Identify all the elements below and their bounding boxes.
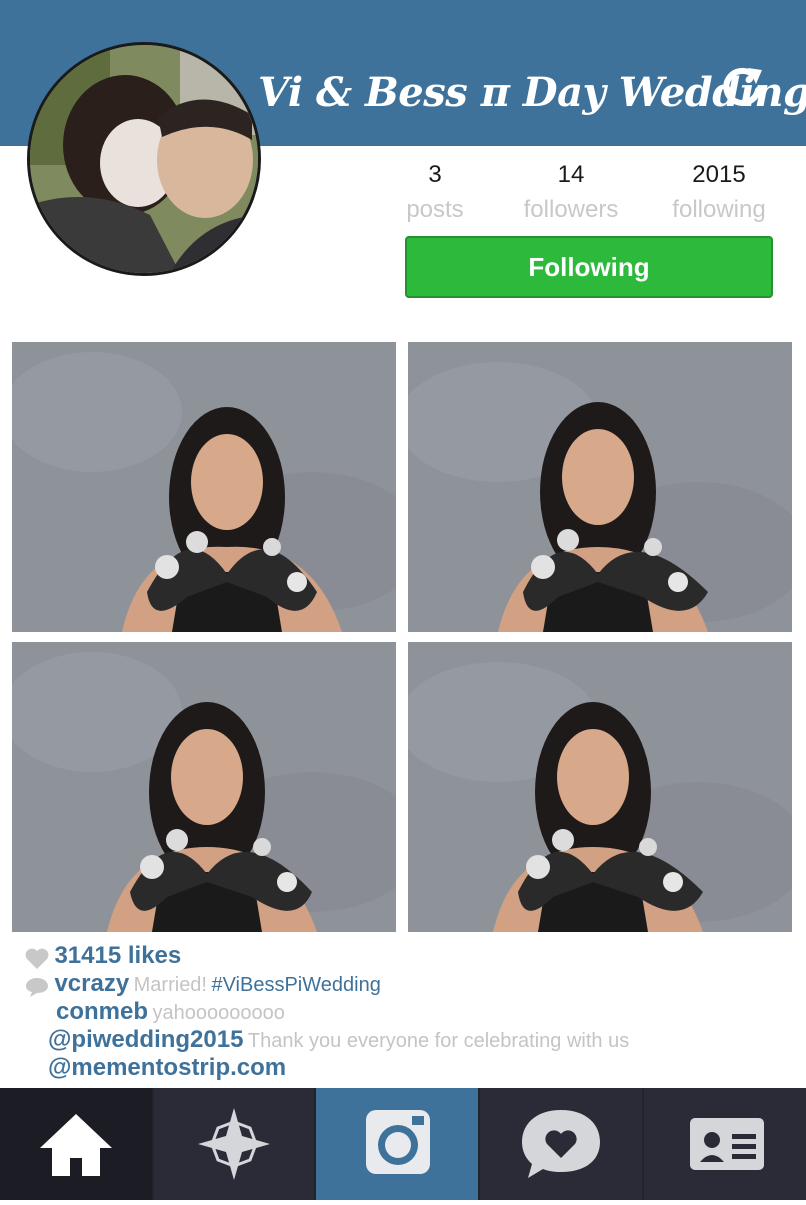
followers-count: 14: [557, 161, 585, 188]
comment-text: Thank you everyone for celebrating with …: [247, 1030, 630, 1052]
nav-explore[interactable]: [154, 1088, 314, 1200]
following-button[interactable]: Following: [405, 236, 773, 298]
following-stat[interactable]: 2015 following: [654, 158, 784, 228]
profile-stats: 3 posts 14 followers 2015 following: [370, 158, 800, 228]
comment-text: Married!: [133, 974, 207, 996]
followers-label: followers: [523, 196, 619, 223]
photo-4[interactable]: [408, 642, 792, 932]
nav-activity[interactable]: [480, 1088, 642, 1200]
nav-home[interactable]: [0, 1088, 152, 1200]
posts-label: posts: [406, 196, 464, 223]
photo-1[interactable]: [12, 342, 396, 632]
heart-icon: [25, 948, 49, 969]
profile-card-icon: [690, 1118, 764, 1170]
nav-profile[interactable]: [644, 1088, 806, 1200]
explore-icon: [198, 1108, 270, 1180]
likes-count[interactable]: 31415 likes: [54, 942, 181, 969]
activity-heart-icon: [522, 1110, 600, 1178]
comment-row: conmeb yahooooooooo: [56, 998, 285, 1028]
followers-stat[interactable]: 14 followers: [506, 158, 636, 228]
refresh-icon[interactable]: [714, 60, 770, 116]
posts-count: 3: [428, 161, 442, 188]
comment-text: yahooooooooo: [152, 1002, 285, 1024]
home-icon: [40, 1114, 112, 1176]
post-caption: 31415 likes vcrazy Married! #ViBessPiWed…: [0, 938, 806, 1088]
bottom-nav: [0, 1088, 806, 1200]
couple-avatar[interactable]: [27, 42, 261, 276]
profile-title: Vi & Bess π Day Wedding: [258, 69, 806, 116]
comment-row: vcrazy Married! #ViBessPiWedding: [24, 970, 381, 1000]
hashtag-link[interactable]: #ViBessPiWedding: [211, 974, 380, 996]
nav-camera[interactable]: [316, 1088, 478, 1200]
photo-3[interactable]: [12, 642, 396, 932]
photo-2[interactable]: [408, 342, 792, 632]
following-count: 2015: [692, 161, 746, 188]
camera-icon: [366, 1110, 430, 1174]
likes-row: 31415 likes: [24, 942, 181, 972]
mementostrip-link[interactable]: @mementostrip.com: [48, 1054, 286, 1081]
comment-row: @piwedding2015 Thank you everyone for ce…: [48, 1026, 629, 1056]
footer-link-row: @mementostrip.com: [48, 1054, 286, 1084]
comment-user[interactable]: conmeb: [56, 998, 148, 1025]
posts-stat[interactable]: 3 posts: [370, 158, 500, 228]
comment-bubble-icon: [26, 977, 48, 997]
comment-user[interactable]: @piwedding2015: [48, 1026, 243, 1053]
following-label: following: [672, 196, 766, 223]
comment-user[interactable]: vcrazy: [54, 970, 129, 997]
